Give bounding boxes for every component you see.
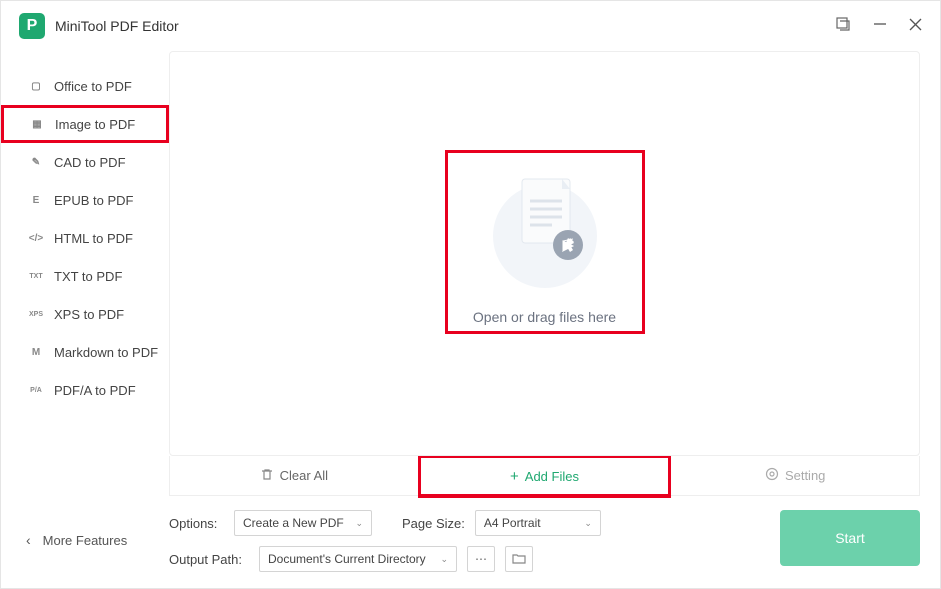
- sidebar-item-markdown-to-pdf[interactable]: M Markdown to PDF: [1, 333, 169, 371]
- start-button[interactable]: Start: [780, 510, 920, 566]
- drop-text: Open or drag files here: [473, 309, 616, 325]
- sidebar-item-label: HTML to PDF: [54, 231, 133, 246]
- sidebar-item-label: EPUB to PDF: [54, 193, 133, 208]
- epub-icon: E: [28, 193, 44, 207]
- html-icon: </>: [28, 231, 44, 245]
- clear-all-label: Clear All: [280, 468, 328, 483]
- app-title: MiniTool PDF Editor: [55, 18, 179, 34]
- app-logo-icon: P: [19, 13, 45, 39]
- options-select[interactable]: Create a New PDF ⌄: [234, 510, 372, 536]
- pdfa-icon: P/A: [28, 383, 44, 397]
- chevron-left-icon: ‹: [26, 532, 31, 548]
- drop-zone[interactable]: Open or drag files here: [169, 51, 920, 456]
- sidebar-item-epub-to-pdf[interactable]: E EPUB to PDF: [1, 181, 169, 219]
- more-features-button[interactable]: ‹ More Features: [1, 532, 169, 548]
- browse-folder-button[interactable]: [505, 546, 533, 572]
- close-icon[interactable]: [909, 18, 922, 35]
- options-value: Create a New PDF: [243, 516, 344, 530]
- trash-icon: [260, 467, 274, 484]
- plus-icon: +: [510, 468, 519, 485]
- sidebar-item-image-to-pdf[interactable]: ▦ Image to PDF: [1, 105, 169, 143]
- txt-icon: TXT: [28, 269, 44, 283]
- pagesize-value: A4 Portrait: [484, 516, 541, 530]
- more-options-button[interactable]: ⋯: [467, 546, 495, 572]
- pagesize-label: Page Size:: [402, 516, 465, 531]
- sidebar-item-label: Markdown to PDF: [54, 345, 158, 360]
- sidebar-item-label: TXT to PDF: [54, 269, 122, 284]
- chevron-down-icon: ⌄: [440, 554, 448, 565]
- sidebar-item-label: CAD to PDF: [54, 155, 126, 170]
- sidebar-item-txt-to-pdf[interactable]: TXT TXT to PDF: [1, 257, 169, 295]
- chevron-down-icon: ⌄: [355, 518, 363, 529]
- markdown-icon: M: [28, 345, 44, 359]
- output-path-select[interactable]: Document's Current Directory ⌄: [259, 546, 457, 572]
- document-illustration-icon: [470, 161, 620, 291]
- sidebar-item-office-to-pdf[interactable]: ▢ Office to PDF: [1, 67, 169, 105]
- sidebar-item-label: Image to PDF: [55, 117, 135, 132]
- folder-icon: [512, 552, 526, 567]
- output-path-label: Output Path:: [169, 552, 249, 567]
- add-files-label: Add Files: [525, 469, 579, 484]
- minimize-icon[interactable]: [873, 17, 887, 35]
- image-icon: ▦: [29, 117, 45, 131]
- sidebar-item-label: PDF/A to PDF: [54, 383, 136, 398]
- window-tab-icon[interactable]: [835, 16, 851, 36]
- start-label: Start: [835, 530, 865, 546]
- more-features-label: More Features: [43, 533, 128, 548]
- sidebar-item-xps-to-pdf[interactable]: XPS XPS to PDF: [1, 295, 169, 333]
- pagesize-select[interactable]: A4 Portrait ⌄: [475, 510, 601, 536]
- office-icon: ▢: [28, 79, 44, 93]
- clear-all-button[interactable]: Clear All: [170, 456, 418, 495]
- ellipsis-icon: ⋯: [475, 552, 487, 566]
- sidebar: ▢ Office to PDF ▦ Image to PDF ✎ CAD to …: [1, 51, 169, 588]
- sidebar-item-html-to-pdf[interactable]: </> HTML to PDF: [1, 219, 169, 257]
- xps-icon: XPS: [28, 307, 44, 321]
- output-path-value: Document's Current Directory: [268, 552, 426, 566]
- sidebar-item-label: Office to PDF: [54, 79, 132, 94]
- gear-icon: [765, 467, 779, 484]
- sidebar-item-label: XPS to PDF: [54, 307, 124, 322]
- cad-icon: ✎: [28, 155, 44, 169]
- options-label: Options:: [169, 516, 224, 531]
- chevron-down-icon: ⌄: [584, 518, 592, 529]
- setting-label: Setting: [785, 468, 825, 483]
- sidebar-item-cad-to-pdf[interactable]: ✎ CAD to PDF: [1, 143, 169, 181]
- add-files-button[interactable]: + Add Files: [418, 455, 672, 498]
- sidebar-item-pdfa-to-pdf[interactable]: P/A PDF/A to PDF: [1, 371, 169, 409]
- setting-button[interactable]: Setting: [671, 456, 919, 495]
